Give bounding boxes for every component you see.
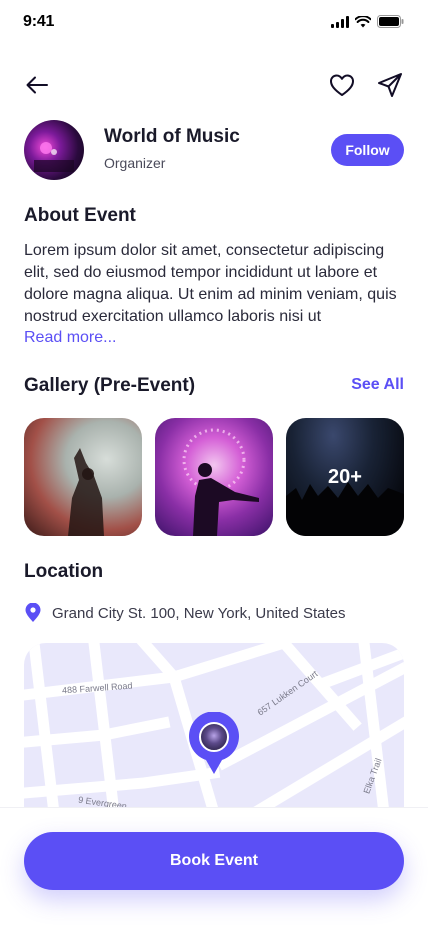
gallery-title: Gallery (Pre-Event)	[24, 375, 196, 396]
organizer-name[interactable]: World of Music	[104, 126, 240, 148]
location-title: Location	[24, 561, 104, 582]
gallery-row: 20+	[24, 418, 404, 536]
about-title: About Event	[24, 205, 136, 226]
see-all-link[interactable]: See All	[351, 376, 404, 394]
read-more-link[interactable]: Read more...	[24, 329, 116, 347]
wifi-icon	[355, 15, 371, 27]
heart-icon	[330, 74, 354, 96]
status-time: 9:41	[23, 13, 55, 30]
signal-icon	[331, 15, 349, 28]
status-icons	[331, 15, 404, 28]
arrow-left-icon	[26, 76, 48, 94]
gallery-photo[interactable]	[24, 418, 142, 536]
location-row: Grand City St. 100, New York, United Sta…	[24, 603, 345, 623]
map-marker[interactable]	[188, 712, 240, 774]
location-map[interactable]: 488 Farwell Road 657 Lukken Court 9 Ever…	[24, 643, 404, 813]
battery-icon	[377, 15, 404, 28]
share-button[interactable]	[376, 71, 404, 99]
concert-photo	[34, 142, 74, 172]
gallery-photo[interactable]	[155, 418, 273, 536]
organizer-role: Organizer	[104, 155, 166, 171]
follow-button[interactable]: Follow	[331, 134, 404, 166]
send-icon	[378, 73, 402, 97]
book-event-button[interactable]: Book Event	[24, 832, 404, 890]
about-description: Lorem ipsum dolor sit amet, consectetur …	[24, 242, 397, 325]
status-bar: 9:41	[0, 0, 428, 44]
performer-silhouette	[182, 428, 259, 536]
singer-silhouette	[68, 448, 104, 536]
location-pin-icon	[25, 603, 41, 622]
more-photos-count: 20+	[286, 418, 404, 536]
location-address: Grand City St. 100, New York, United Sta…	[52, 604, 346, 622]
gallery-more-photo[interactable]: 20+	[286, 418, 404, 536]
back-button[interactable]	[24, 72, 50, 98]
favorite-button[interactable]	[328, 71, 356, 99]
organizer-avatar[interactable]	[24, 120, 84, 180]
pin-event-photo	[199, 722, 229, 752]
